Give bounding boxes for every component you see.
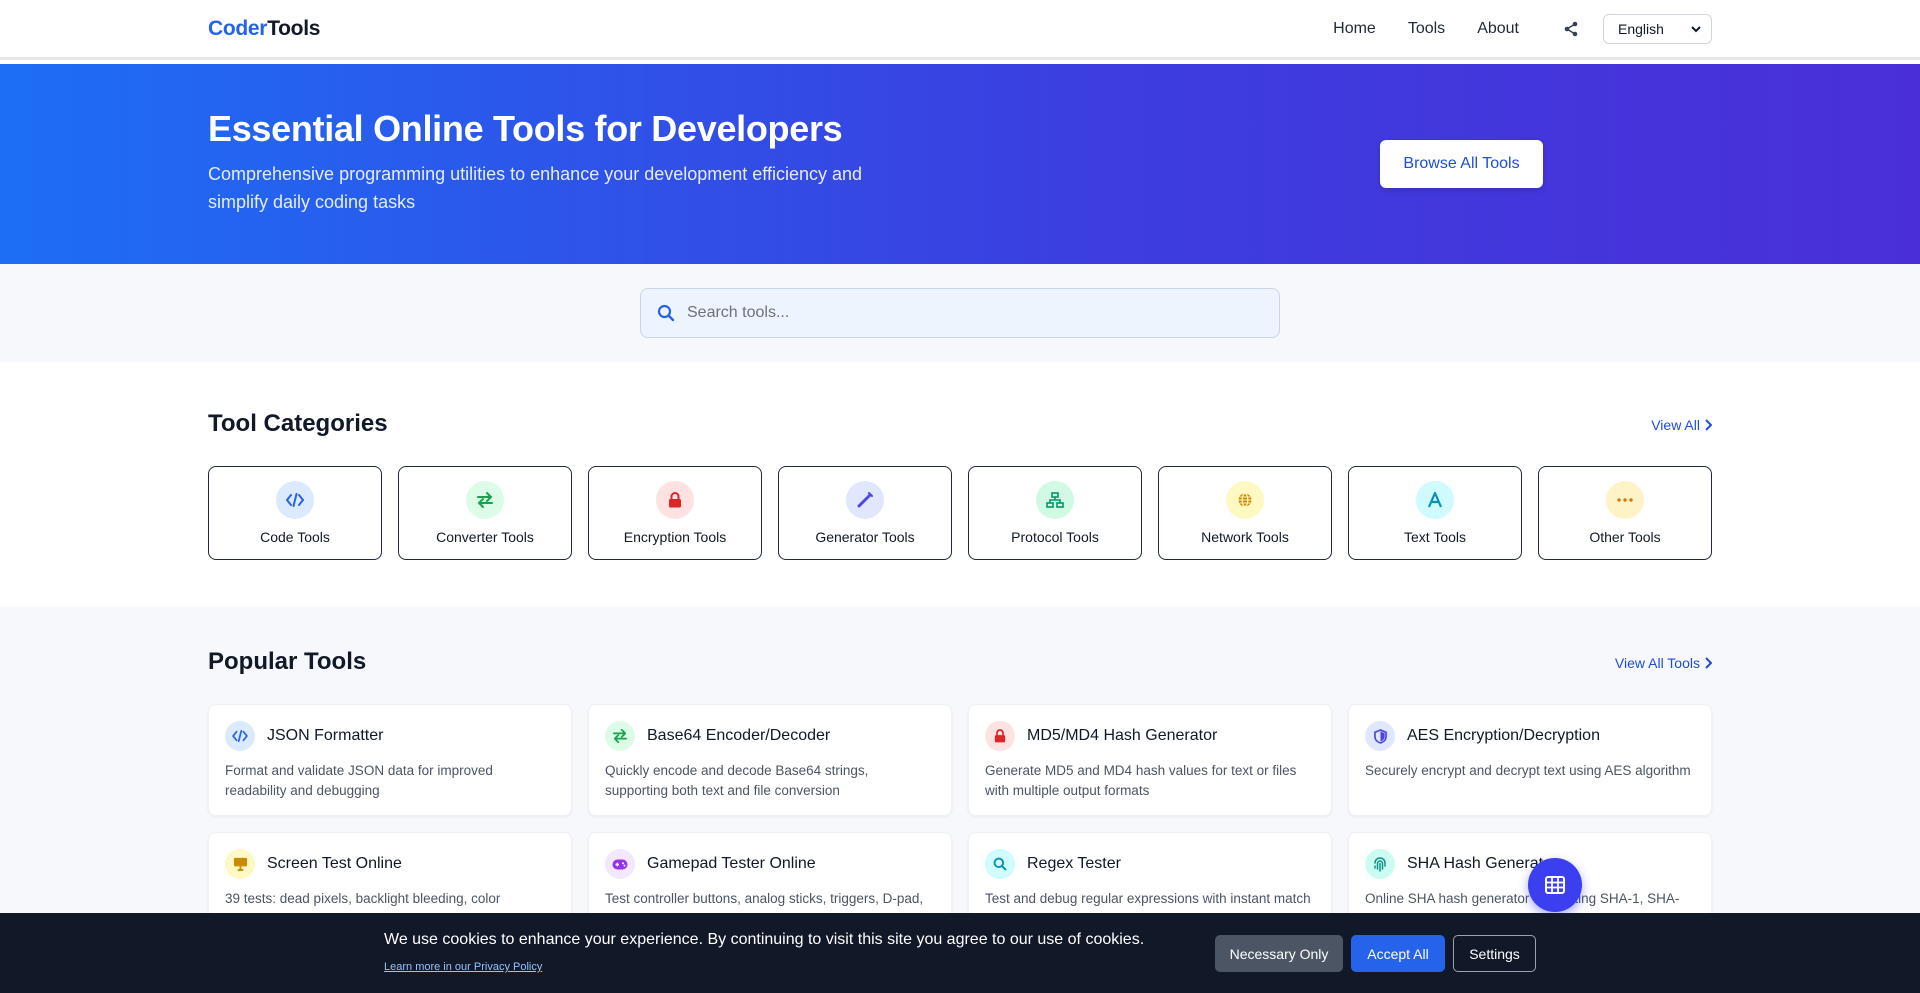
view-all-label: View All [1651,417,1700,433]
fingerprint-icon [1365,849,1395,879]
tool-name: Gamepad Tester Online [647,855,816,872]
category-converter-tools[interactable]: Converter Tools [398,466,572,560]
category-label: Code Tools [260,529,330,545]
lock-icon [985,721,1015,751]
category-text-tools[interactable]: Text Tools [1348,466,1522,560]
accept-all-button[interactable]: Accept All [1351,935,1445,972]
tool-description: Test and debug regular expressions with … [985,891,1311,906]
category-label: Protocol Tools [1011,529,1099,545]
browse-all-tools-button[interactable]: Browse All Tools [1380,140,1543,188]
globe-icon [1226,481,1264,519]
hero-banner: Essential Online Tools for Developers Co… [0,64,1920,264]
monitor-icon [225,849,255,879]
view-all-tools-label: View All Tools [1614,655,1700,671]
chevron-down-icon [1691,26,1701,33]
exchange-icon [605,721,635,751]
nav-home[interactable]: Home [1333,20,1376,38]
text-icon [1416,481,1454,519]
category-list: Code Tools Converter Tools Encryption To… [208,466,1712,560]
category-label: Encryption Tools [623,529,727,545]
category-label: Text Tools [1404,529,1466,545]
cookie-message: We use cookies to enhance your experienc… [384,931,1145,948]
search-icon [657,304,675,322]
category-label: Generator Tools [815,529,915,545]
category-protocol-tools[interactable]: Protocol Tools [968,466,1142,560]
tool-name: Screen Test Online [267,855,402,872]
network-icon [1036,481,1074,519]
magic-wand-icon [846,481,884,519]
chevron-right-icon [1705,657,1712,669]
tool-name: MD5/MD4 Hash Generator [1027,727,1218,744]
category-other-tools[interactable]: Other Tools [1538,466,1712,560]
lock-icon [656,481,694,519]
language-value: English [1618,21,1664,37]
view-all-categories-link[interactable]: View All [1651,417,1712,433]
nav-about[interactable]: About [1477,20,1519,38]
nav-tools[interactable]: Tools [1408,20,1445,38]
view-all-tools-link[interactable]: View All Tools [1615,655,1712,671]
tool-card-base64[interactable]: Base64 Encoder/Decoder Quickly encode an… [588,704,952,816]
popular-tools-title: Popular Tools [208,648,367,675]
apps-grid-button[interactable] [1528,858,1582,912]
search-input[interactable]: Search tools... [640,288,1280,338]
tool-description: 39 tests: dead pixels, backlight bleedin… [225,891,501,906]
cookie-settings-button[interactable]: Settings [1453,935,1536,972]
site-logo[interactable]: CoderTools [208,17,320,41]
tool-card-md5-hash[interactable]: MD5/MD4 Hash Generator Generate MD5 and … [968,704,1332,816]
ellipsis-icon [1606,481,1644,519]
code-icon [225,721,255,751]
popular-tools-grid: JSON Formatter Format and validate JSON … [208,704,1712,944]
tool-description: Quickly encode and decode Base64 strings… [605,763,869,798]
tool-name: JSON Formatter [267,727,384,744]
category-encryption-tools[interactable]: Encryption Tools [588,466,762,560]
tool-name: Base64 Encoder/Decoder [647,727,831,744]
tool-card-json-formatter[interactable]: JSON Formatter Format and validate JSON … [208,704,572,816]
tool-description: Format and validate JSON data for improv… [225,763,493,798]
category-network-tools[interactable]: Network Tools [1158,466,1332,560]
site-header: CoderTools Home Tools About English [0,0,1920,60]
categories-title: Tool Categories [208,410,388,437]
tool-description: Securely encrypt and decrypt text using … [1365,763,1691,778]
language-select[interactable]: English [1603,14,1712,44]
search-placeholder: Search tools... [687,304,790,321]
category-label: Converter Tools [436,529,534,545]
gamepad-icon [605,849,635,879]
hero-subtitle: Comprehensive programming utilities to e… [208,164,863,212]
share-icon[interactable] [1561,19,1581,39]
privacy-policy-link[interactable]: Learn more in our Privacy Policy [384,961,542,973]
tool-description: Test controller buttons, analog sticks, … [605,891,924,906]
search-icon [985,849,1015,879]
grid-icon [1545,876,1565,894]
necessary-only-button[interactable]: Necessary Only [1215,935,1343,972]
category-label: Network Tools [1201,529,1289,545]
cookie-consent-bar: We use cookies to enhance your experienc… [0,913,1920,993]
shield-icon [1365,721,1395,751]
hero-title: Essential Online Tools for Developers [208,108,843,149]
tool-card-aes[interactable]: AES Encryption/Decryption Securely encry… [1348,704,1712,816]
tool-name: Regex Tester [1027,855,1121,872]
code-icon [276,481,314,519]
exchange-icon [466,481,504,519]
logo-tools: Tools [267,17,321,40]
category-label: Other Tools [1589,529,1661,545]
logo-coder: Coder [208,17,268,40]
tool-description: Generate MD5 and MD4 hash values for tex… [985,763,1297,798]
main-nav: Home Tools About English [1301,14,1712,44]
category-generator-tools[interactable]: Generator Tools [778,466,952,560]
search-section: Search tools... [0,264,1920,362]
tool-name: AES Encryption/Decryption [1407,727,1600,744]
category-code-tools[interactable]: Code Tools [208,466,382,560]
chevron-right-icon [1705,419,1712,431]
